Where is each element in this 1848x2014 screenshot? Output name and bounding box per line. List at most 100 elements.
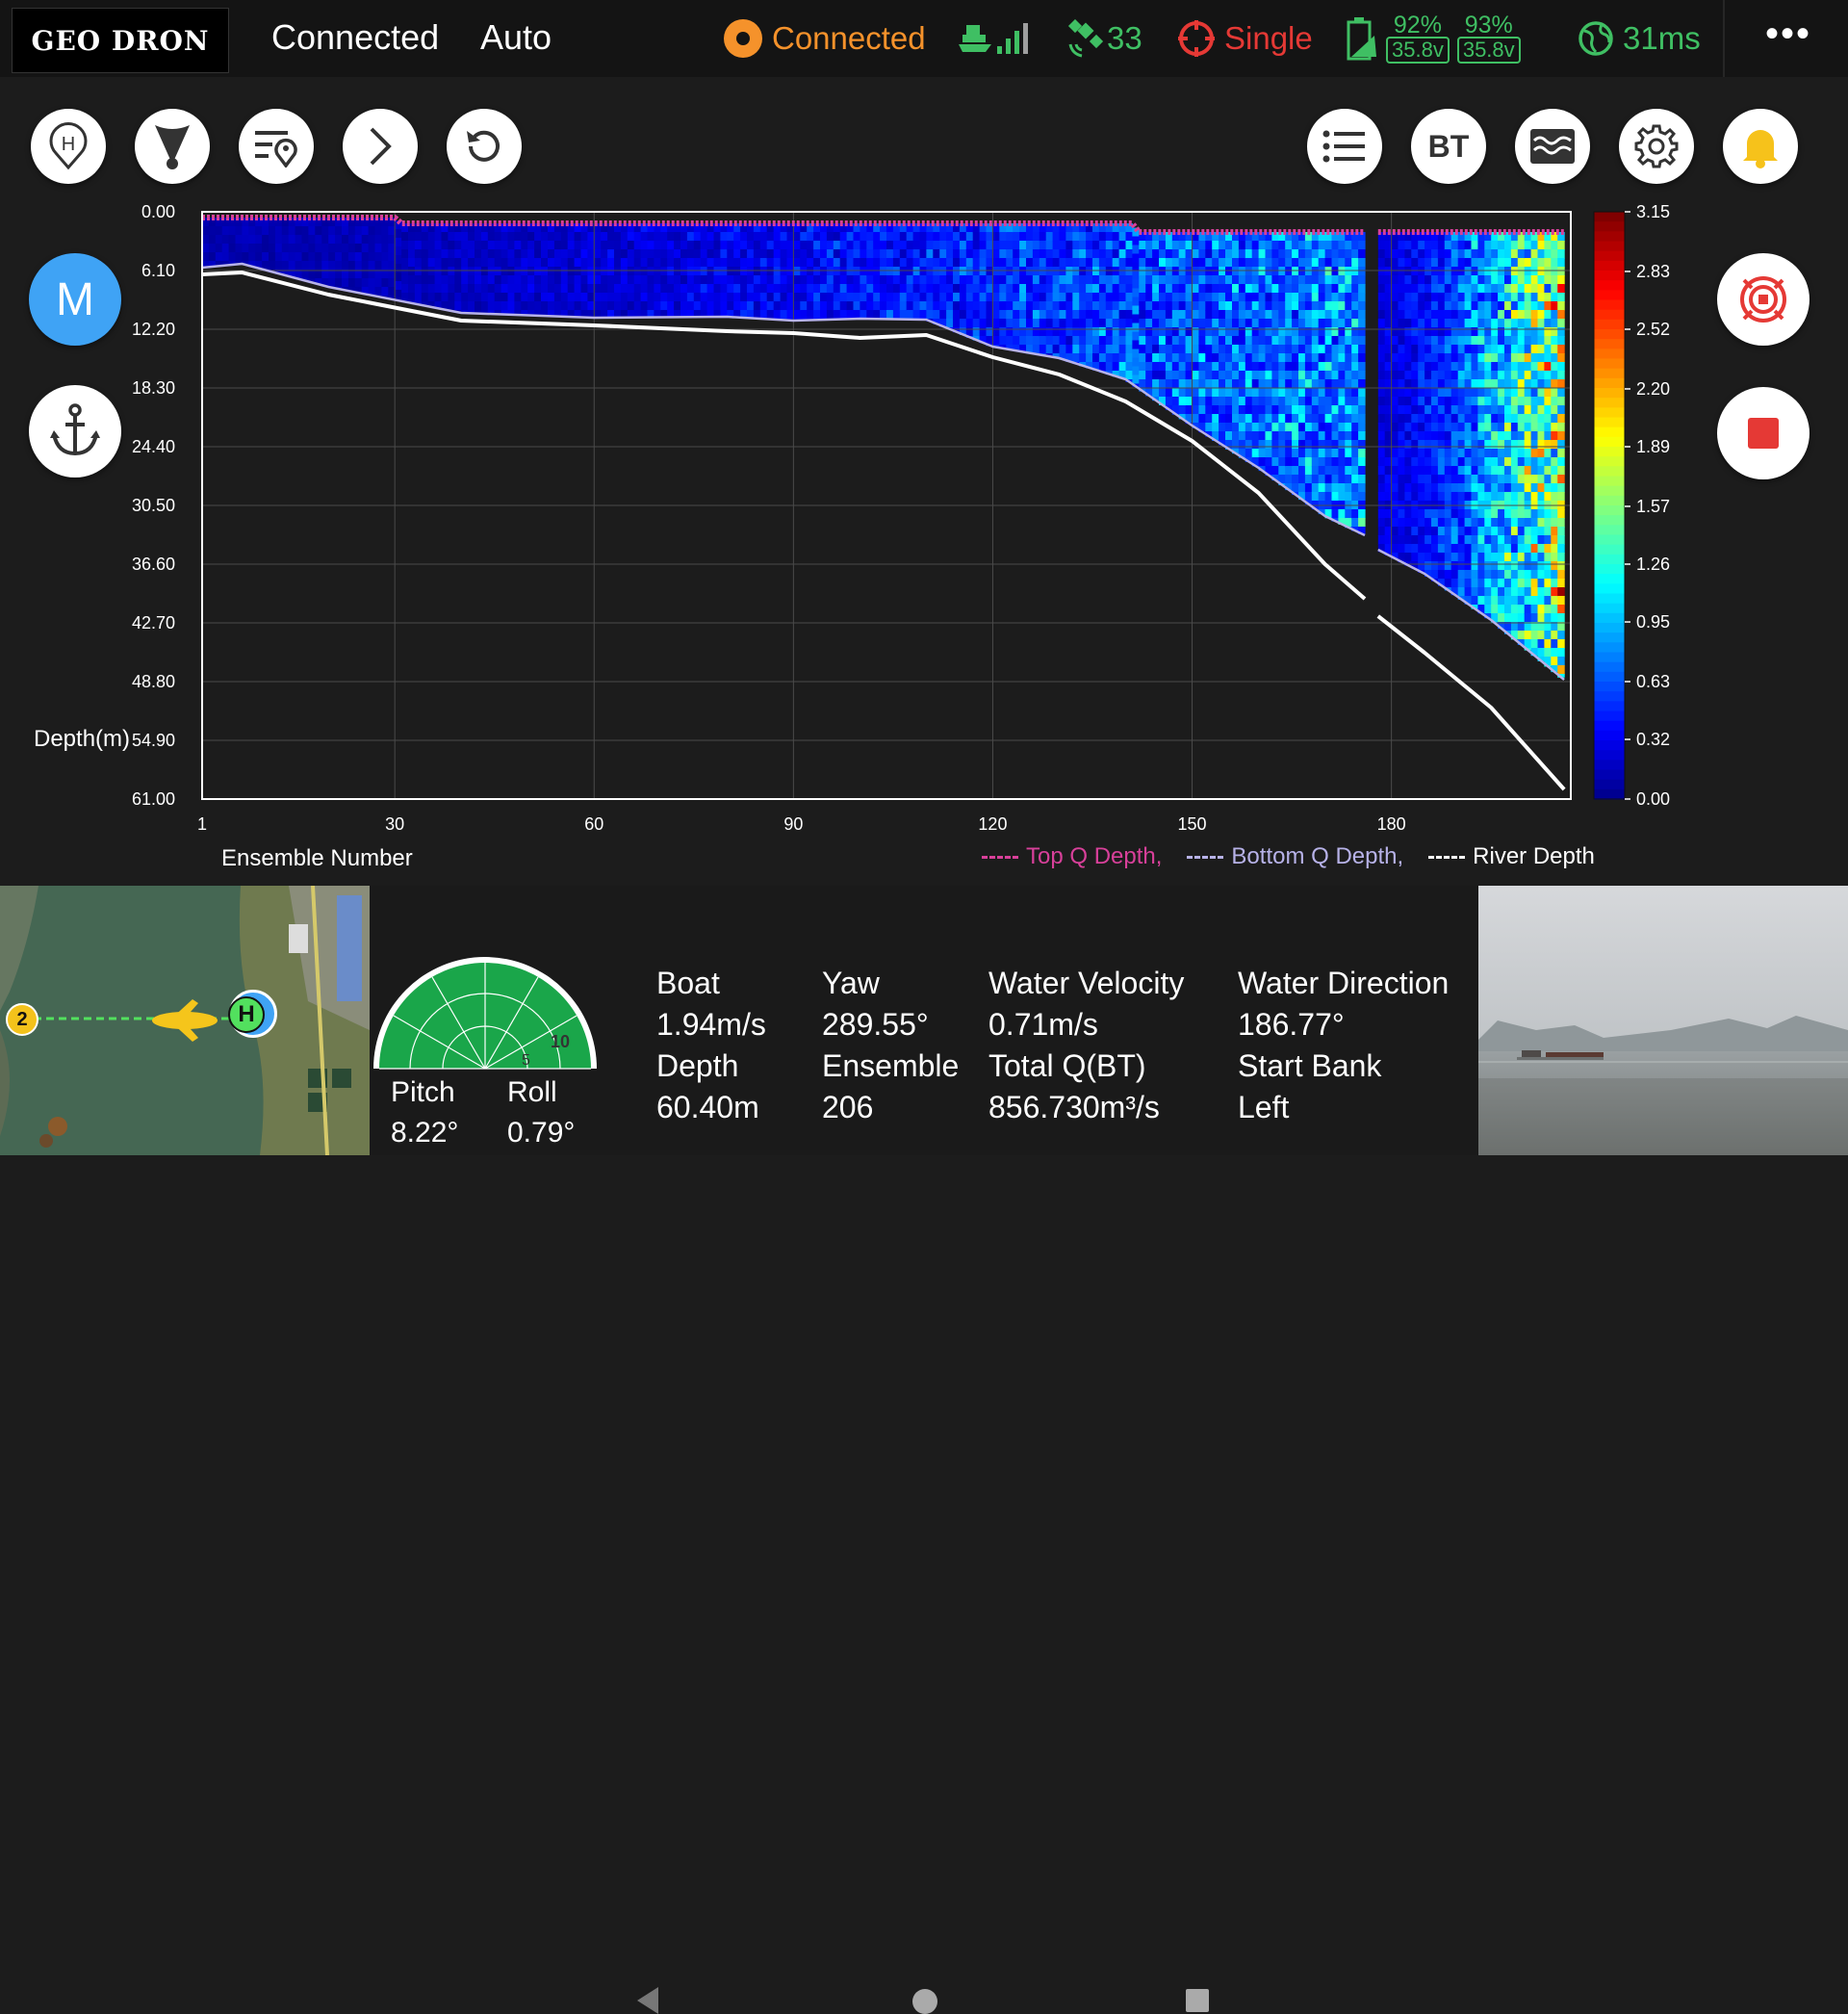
heatmap-cell xyxy=(1377,336,1386,346)
heatmap-cell xyxy=(1457,492,1466,502)
heatmap-cell xyxy=(1477,483,1485,493)
heatmap-cell xyxy=(527,275,535,285)
camera-feed[interactable] xyxy=(1478,886,1848,1155)
heatmap-cell xyxy=(1498,310,1505,320)
heatmap-cell xyxy=(1039,345,1047,354)
heatmap-cell xyxy=(1318,492,1326,502)
heatmap-cell xyxy=(793,275,801,285)
heatmap-cell xyxy=(1331,249,1339,259)
heatmap-cell xyxy=(820,275,828,285)
heatmap-cell xyxy=(1351,492,1359,502)
start-bank-label: Start Bank xyxy=(1238,1048,1382,1083)
heatmap-cell xyxy=(594,249,602,259)
heatmap-cell xyxy=(1192,293,1199,302)
colorbar-segment xyxy=(1594,720,1625,732)
satellite-map[interactable]: 2 H xyxy=(0,886,370,1155)
heatmap-cell xyxy=(295,235,303,245)
heatmap-cell xyxy=(1457,345,1466,354)
next-button[interactable] xyxy=(343,109,418,184)
heatmap-cell xyxy=(1331,371,1339,380)
x-tick-label: 30 xyxy=(385,814,404,834)
heatmap-cell xyxy=(1544,362,1552,372)
heatmap-cell xyxy=(1524,414,1532,424)
route-list-button[interactable] xyxy=(239,109,314,184)
heatmap-cell xyxy=(1304,466,1313,476)
heatmap-cell xyxy=(1504,319,1512,328)
rtk-status[interactable]: Single xyxy=(1176,13,1313,64)
heatmap-cell xyxy=(1404,518,1412,528)
boat-signal-status[interactable] xyxy=(959,13,1032,64)
heatmap-cell xyxy=(1045,232,1054,242)
flight-mode[interactable]: Auto xyxy=(480,17,552,58)
heatmap-cell xyxy=(1013,336,1020,346)
heatmap-cell xyxy=(986,293,993,302)
nav-recent-button[interactable] xyxy=(1186,1989,1209,2012)
heatmap-cell xyxy=(1338,241,1346,250)
waypoint-marker[interactable]: 2 xyxy=(6,1003,38,1036)
link-status[interactable]: Connected xyxy=(724,13,926,64)
heatmap-cell xyxy=(1324,405,1333,415)
connection-status[interactable]: Connected xyxy=(271,17,439,58)
settings-button[interactable] xyxy=(1619,109,1694,184)
heatmap-cell xyxy=(1006,327,1014,337)
heatmap-cell xyxy=(1351,440,1359,450)
nav-home-button[interactable] xyxy=(912,1989,937,2014)
boat-marker-icon[interactable] xyxy=(152,999,218,1042)
heatmap-cell xyxy=(548,301,555,311)
heatmap-cell xyxy=(1125,345,1133,354)
heatmap-cell xyxy=(740,258,748,268)
heatmap-cell xyxy=(780,258,788,268)
heatmap-cell xyxy=(1424,527,1432,536)
heatmap-cell xyxy=(1032,258,1040,268)
network-latency[interactable]: 31ms xyxy=(1577,13,1701,64)
heatmap-cell xyxy=(541,293,549,302)
notifications-button[interactable] xyxy=(1723,109,1798,184)
heatmap-cell xyxy=(541,258,549,268)
heatmap-cell xyxy=(1258,258,1267,268)
heatmap-cell xyxy=(1318,336,1326,346)
heatmap-cell xyxy=(1384,414,1393,424)
heatmap-cell xyxy=(1298,345,1306,354)
heatmap-cell xyxy=(614,249,622,259)
heatmap-cell xyxy=(1457,336,1466,346)
heatmap-cell xyxy=(1052,249,1061,259)
heatmap-cell xyxy=(1198,258,1206,268)
transducer-button[interactable] xyxy=(135,109,210,184)
heatmap-cell xyxy=(860,275,867,285)
home-marker[interactable]: H xyxy=(228,990,277,1038)
heatmap-cell xyxy=(1477,440,1485,450)
colorbar-segment xyxy=(1594,349,1625,360)
heatmap-cell xyxy=(1431,241,1439,250)
heatmap-cell xyxy=(1464,319,1473,328)
nav-back-button[interactable] xyxy=(637,1987,658,2014)
heatmap-cell xyxy=(1324,353,1333,363)
heatmap-cell xyxy=(1165,275,1173,285)
heatmap-cell xyxy=(1198,379,1206,389)
heatmap-cell xyxy=(674,232,681,242)
water-profile-button[interactable] xyxy=(1515,109,1590,184)
heatmap-cell xyxy=(441,232,449,242)
home-location-button[interactable]: H xyxy=(31,109,106,184)
heatmap-cell xyxy=(1118,310,1127,320)
heatmap-cell xyxy=(1498,544,1505,554)
heatmap-cell xyxy=(1424,275,1432,285)
heatmap-cell xyxy=(1457,249,1466,259)
heatmap-cell xyxy=(1391,466,1399,476)
heatmap-cell xyxy=(1251,301,1260,311)
heatmap-cell xyxy=(706,241,715,250)
battery-status[interactable]: 92% 35.8v 93% 35.8v xyxy=(1346,13,1521,64)
heatmap-cell xyxy=(1251,249,1260,259)
heatmap-cell xyxy=(1098,345,1107,354)
heatmap-cell xyxy=(308,244,316,253)
heatmap-cell xyxy=(1551,639,1558,649)
heatmap-cell xyxy=(1437,431,1446,441)
heatmap-cell xyxy=(1551,388,1558,398)
reset-button[interactable] xyxy=(447,109,522,184)
data-list-button[interactable] xyxy=(1307,109,1382,184)
satellite-status[interactable]: 33 xyxy=(1066,13,1142,64)
more-menu-button[interactable]: ••• xyxy=(1759,14,1817,58)
bottom-track-button[interactable]: BT xyxy=(1411,109,1486,184)
heatmap-cell xyxy=(667,301,675,311)
heatmap-cell xyxy=(1285,371,1293,380)
heatmap-cell xyxy=(1404,492,1412,502)
